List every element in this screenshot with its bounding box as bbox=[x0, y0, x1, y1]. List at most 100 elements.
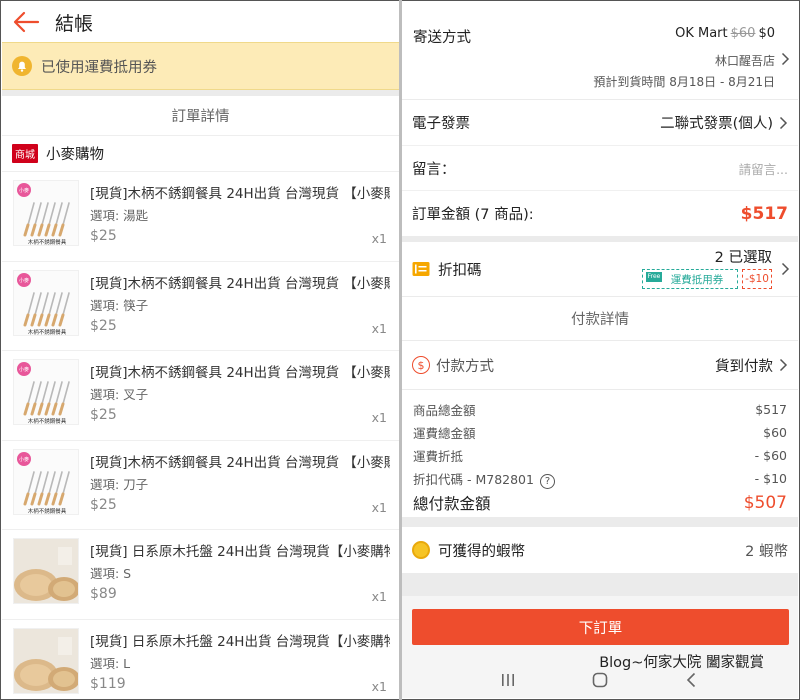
checkout-summary-pane: 寄送方式 OK Mart $60 $0 林口醒吾店 預計到貨時間 8月18日 - 8… bbox=[402, 2, 798, 698]
product-item[interactable]: 小麥 木柄不銹鋼餐具 [現貨]木柄不銹鋼餐具 24H出貨 台灣現貨 【小麥購物】… bbox=[2, 440, 399, 530]
page-title: 結帳 bbox=[55, 12, 94, 35]
message-label: 留言： bbox=[412, 161, 456, 178]
android-nav-bar bbox=[402, 662, 798, 698]
message-placeholder[interactable]: 請留言... bbox=[739, 159, 788, 178]
chevron-right-icon bbox=[779, 358, 788, 372]
shop-name: 小麥購物 bbox=[46, 147, 104, 163]
message-field[interactable]: 留言： 請留言... bbox=[402, 145, 798, 190]
product-thumbnail: 小麥 木柄不銹鋼餐具 bbox=[13, 359, 79, 425]
summary-value: - $60 bbox=[754, 448, 787, 463]
original-shipping-fee: $60 bbox=[730, 26, 756, 41]
svg-text:小麥: 小麥 bbox=[19, 366, 29, 373]
product-option: 選項: S bbox=[90, 566, 132, 581]
product-item[interactable]: [現貨] 日系原木托盤 24H出貨 台灣現貨【小麥購物】 選項: S $89 x… bbox=[2, 530, 399, 620]
product-price: $89 bbox=[90, 586, 117, 602]
summary-label-with-help: 折扣代碼 - M782801? bbox=[413, 469, 555, 489]
chevron-right-icon bbox=[779, 116, 788, 129]
product-price: $119 bbox=[90, 675, 126, 692]
product-option: 選項: 湯匙 bbox=[90, 208, 149, 223]
place-order-button[interactable]: 下訂單 bbox=[412, 609, 789, 645]
product-quantity: x1 bbox=[371, 678, 387, 694]
free-badge: Free bbox=[646, 272, 662, 282]
cutlery-thumbnail-icon: 小麥 木柄不銹鋼餐具 bbox=[14, 181, 78, 246]
thumb-caption: 木柄不銹鋼餐具 bbox=[28, 238, 67, 246]
bottom-action-area: 下訂單 Blog~何家大院 闔家觀賞 bbox=[402, 596, 798, 698]
back-arrow-icon[interactable] bbox=[12, 10, 40, 34]
order-details-heading: 訂單詳情 bbox=[2, 96, 399, 136]
summary-row: 折扣代碼 - M782801? - $10 bbox=[413, 467, 787, 490]
discount-code-option[interactable]: 折扣碼 2 已選取 Free 運費抵用券 -$10 bbox=[402, 242, 798, 296]
help-icon[interactable]: ? bbox=[539, 473, 555, 489]
product-item[interactable]: 小麥 木柄不銹鋼餐具 [現貨]木柄不銹鋼餐具 24H出貨 台灣現貨 【小麥購物】… bbox=[2, 261, 399, 351]
product-option: 選項: L bbox=[90, 655, 131, 671]
discount-tag: -$10 bbox=[742, 269, 772, 289]
shop-row[interactable]: 商城 小麥購物 bbox=[2, 136, 399, 172]
product-thumbnail bbox=[13, 538, 79, 604]
product-quantity: x1 bbox=[371, 320, 387, 336]
coupons-selected: 2 已選取 bbox=[714, 250, 772, 266]
carrier-name: OK Mart bbox=[675, 26, 728, 41]
payment-method-value: 貨到付款 bbox=[715, 358, 773, 375]
summary-row: 運費總金額 $60 bbox=[413, 421, 787, 444]
summary-label: 運費折抵 bbox=[413, 449, 464, 464]
shipping-option[interactable]: 寄送方式 OK Mart $60 $0 林口醒吾店 預計到貨時間 8月18日 - 8… bbox=[402, 2, 798, 99]
summary-row: 運費折抵 - $60 bbox=[413, 444, 787, 467]
product-title: [現貨]木柄不銹鋼餐具 24H出貨 台灣現貨 【小麥購物】 bbox=[90, 275, 390, 292]
shipping-voucher-text: 運費抵用券 bbox=[670, 273, 724, 286]
product-thumbnail: 小麥 木柄不銹鋼餐具 bbox=[13, 269, 79, 336]
shipping-voucher-tag: Free 運費抵用券 bbox=[642, 269, 738, 289]
product-quantity: x1 bbox=[371, 410, 387, 425]
e-invoice-option[interactable]: 電子發票 二聯式發票(個人) bbox=[402, 100, 798, 145]
invoice-value: 二聯式發票(個人) bbox=[660, 116, 773, 132]
product-thumbnail: 小麥 木柄不銹鋼餐具 bbox=[13, 180, 79, 246]
wooden-tray-thumbnail-icon bbox=[14, 628, 78, 693]
order-amount-label: 訂單金額 (7 商品): bbox=[412, 207, 534, 223]
cutlery-thumbnail-icon: 小麥 木柄不銹鋼餐具 bbox=[14, 449, 78, 514]
home-icon[interactable] bbox=[591, 671, 609, 689]
chevron-right-icon bbox=[781, 52, 790, 66]
product-price: $25 bbox=[90, 407, 117, 423]
product-price: $25 bbox=[90, 228, 117, 244]
product-title: [現貨]木柄不銹鋼餐具 24H出貨 台灣現貨 【小麥購物】 bbox=[90, 454, 390, 471]
order-amount-value: $517 bbox=[740, 203, 788, 224]
shipping-voucher-banner: 已使用運費抵用券 bbox=[2, 42, 399, 90]
product-thumbnail bbox=[13, 627, 79, 694]
chevron-right-icon bbox=[781, 262, 790, 276]
shopee-coins-row: 可獲得的蝦幣 2 蝦幣 bbox=[402, 527, 798, 573]
product-item[interactable]: 小麥 木柄不銹鋼餐具 [現貨]木柄不銹鋼餐具 24H出貨 台灣現貨 【小麥購物】… bbox=[2, 351, 399, 441]
summary-value: $517 bbox=[755, 402, 787, 417]
total-payment-row: 總付款金額 $507 bbox=[413, 492, 787, 514]
shipping-carrier: OK Mart $60 $0 bbox=[675, 26, 775, 41]
summary-value: - $10 bbox=[754, 471, 787, 486]
checkout-items-pane: 結帳 已使用運費抵用券 訂單詳情 商城 小麥購物 小麥 木柄不銹鋼餐具 [現貨]… bbox=[2, 2, 399, 698]
product-item[interactable]: [現貨] 日系原木托盤 24H出貨 台灣現貨【小麥購物】 選項: L $119 … bbox=[2, 619, 399, 698]
coins-label: 可獲得的蝦幣 bbox=[438, 543, 525, 560]
total-label: 總付款金額 bbox=[413, 495, 491, 513]
order-amount-row: 訂單金額 (7 商品): $517 bbox=[402, 190, 798, 236]
summary-value: $60 bbox=[763, 425, 787, 440]
cutlery-thumbnail-icon: 小麥 木柄不銹鋼餐具 bbox=[14, 270, 78, 335]
product-thumbnail: 小麥 木柄不銹鋼餐具 bbox=[13, 448, 79, 515]
total-value: $507 bbox=[743, 493, 787, 513]
app-header: 結帳 bbox=[2, 2, 399, 42]
mall-badge: 商城 bbox=[12, 144, 38, 163]
discount-code-label: 折扣碼 bbox=[438, 262, 482, 279]
coin-icon bbox=[412, 541, 430, 559]
payment-method-option[interactable]: $ 付款方式 貨到付款 bbox=[402, 341, 798, 389]
invoice-label: 電子發票 bbox=[412, 116, 470, 132]
recent-apps-icon[interactable] bbox=[499, 671, 517, 689]
ticket-icon bbox=[412, 262, 430, 276]
payment-method-label: 付款方式 bbox=[436, 358, 494, 375]
payment-summary: 商品總金額 $517 運費總金額 $60 運費折抵 - $60 折扣代碼 - M… bbox=[402, 390, 798, 517]
product-option: 選項: 筷子 bbox=[90, 297, 149, 313]
product-quantity: x1 bbox=[371, 499, 387, 515]
back-icon[interactable] bbox=[683, 671, 701, 689]
shipping-fee: $0 bbox=[758, 26, 775, 41]
product-quantity: x1 bbox=[371, 231, 387, 246]
wooden-tray-thumbnail-icon bbox=[14, 539, 78, 603]
svg-text:小麥: 小麥 bbox=[19, 277, 29, 284]
payment-details-heading: 付款詳情 bbox=[402, 297, 798, 340]
product-item[interactable]: 小麥 木柄不銹鋼餐具 [現貨]木柄不銹鋼餐具 24H出貨 台灣現貨 【小麥購物】… bbox=[2, 172, 399, 262]
product-list: 小麥 木柄不銹鋼餐具 [現貨]木柄不銹鋼餐具 24H出貨 台灣現貨 【小麥購物】… bbox=[2, 172, 399, 698]
product-price: $25 bbox=[90, 317, 117, 334]
